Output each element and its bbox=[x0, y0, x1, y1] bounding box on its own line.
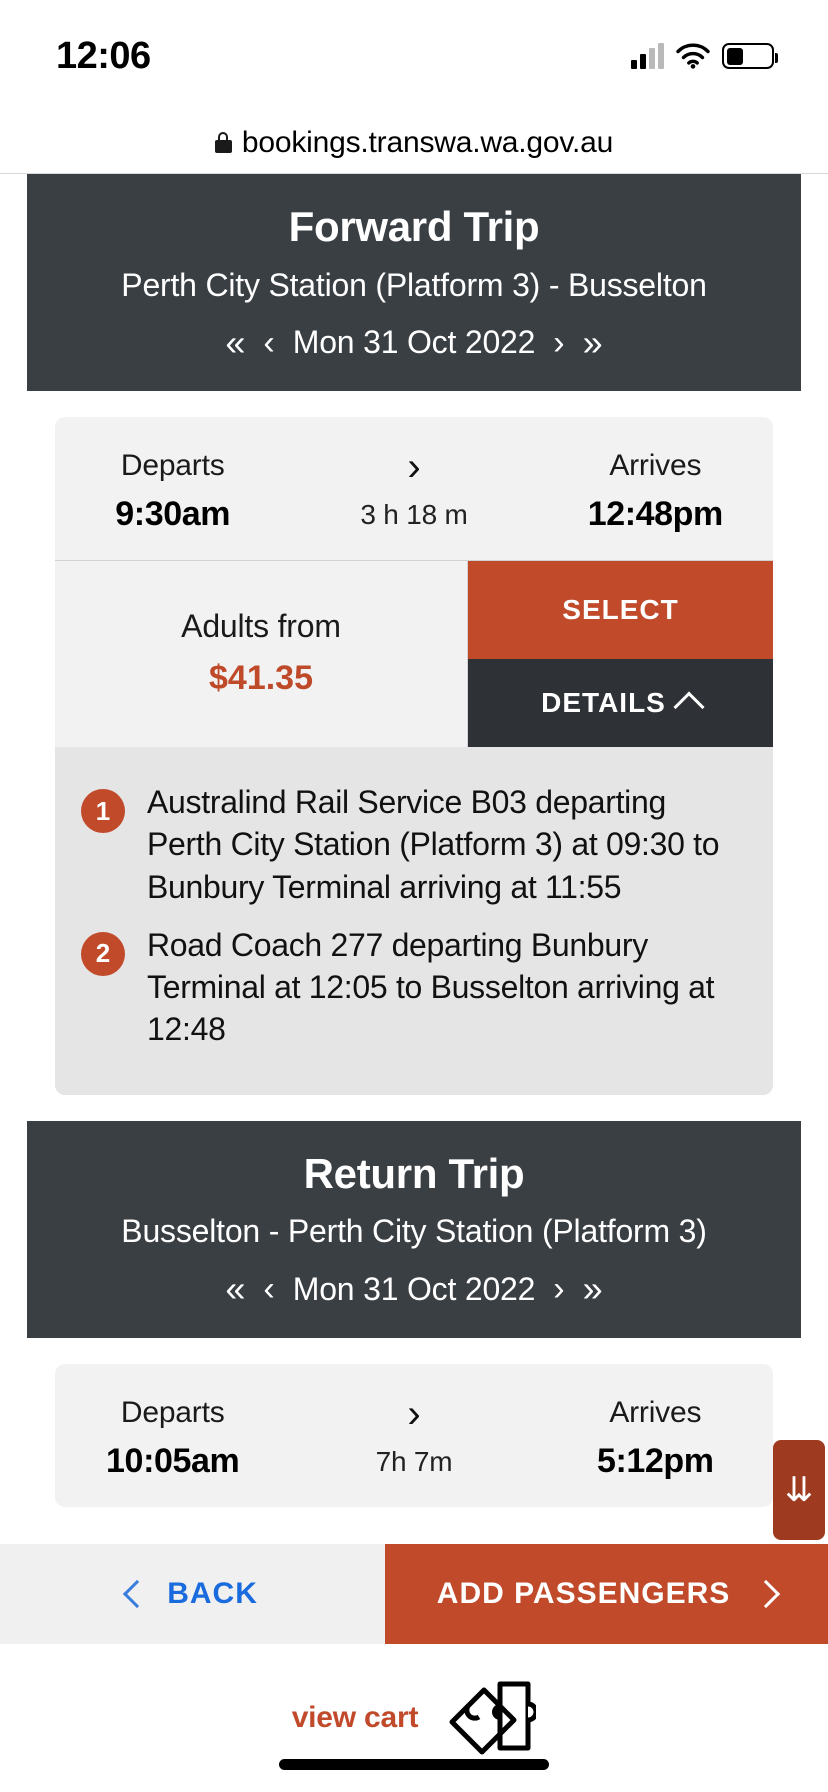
page-content: Forward Trip Perth City Station (Platfor… bbox=[0, 174, 828, 1507]
url-text: bookings.transwa.wa.gov.au bbox=[241, 125, 614, 159]
forward-action-row: Adults from $41.35 SELECT DETAILS bbox=[55, 560, 773, 748]
arrives-label: Arrives bbox=[609, 449, 702, 483]
forward-departs-col: Departs 9:30am bbox=[55, 449, 290, 534]
first-date-icon[interactable]: « bbox=[225, 324, 245, 361]
arrives-time: 12:48pm bbox=[587, 495, 724, 534]
next-date-icon[interactable]: › bbox=[553, 326, 564, 360]
prev-date-icon[interactable]: ‹ bbox=[263, 326, 274, 360]
forward-legs-list: 1 Australind Rail Service B03 departing … bbox=[55, 747, 773, 1095]
forward-journey-card-wrap: Departs 9:30am › 3 h 18 m Arrives 12:48p… bbox=[27, 391, 801, 1095]
cellular-signal-icon bbox=[631, 43, 664, 69]
forward-arrives-col: Arrives 12:48pm bbox=[538, 449, 773, 534]
arrow-right-icon: › bbox=[407, 445, 421, 490]
bottom-action-bar: BACK ADD PASSENGERS bbox=[0, 1544, 828, 1644]
arrives-time: 5:12pm bbox=[596, 1441, 714, 1480]
add-passengers-label: ADD PASSENGERS bbox=[436, 1577, 731, 1610]
chevron-up-icon bbox=[673, 691, 705, 723]
departs-label: Departs bbox=[120, 449, 225, 483]
forward-trip-date-nav: « ‹ Mon 31 Oct 2022 › » bbox=[47, 324, 781, 361]
departs-label: Departs bbox=[120, 1395, 225, 1429]
duration-text: 7h 7m bbox=[375, 1445, 453, 1477]
status-time: 12:06 bbox=[56, 34, 151, 77]
double-down-arrow-icon: ⇊ bbox=[784, 1471, 814, 1509]
list-item: 2 Road Coach 277 departing Bunbury Termi… bbox=[55, 918, 773, 1061]
return-trip-title: Return Trip bbox=[303, 1149, 525, 1197]
add-passengers-button[interactable]: ADD PASSENGERS bbox=[385, 1544, 828, 1644]
status-bar: 12:06 bbox=[0, 0, 828, 112]
list-item: 1 Australind Rail Service B03 departing … bbox=[55, 775, 773, 918]
forward-buttons: SELECT DETAILS bbox=[468, 561, 773, 748]
home-indicator bbox=[279, 1759, 549, 1770]
forward-trip-header: Forward Trip Perth City Station (Platfor… bbox=[27, 174, 801, 392]
status-indicators bbox=[631, 43, 778, 69]
details-button-label: DETAILS bbox=[541, 687, 666, 719]
back-button-label: BACK bbox=[167, 1577, 258, 1610]
back-button[interactable]: BACK bbox=[0, 1544, 386, 1644]
details-button[interactable]: DETAILS bbox=[468, 659, 773, 748]
forward-times-row: Departs 9:30am › 3 h 18 m Arrives 12:48p… bbox=[55, 417, 773, 560]
last-date-icon[interactable]: » bbox=[583, 1271, 603, 1307]
forward-journey-card: Departs 9:30am › 3 h 18 m Arrives 12:48p… bbox=[55, 417, 773, 1095]
leg-description: Road Coach 277 departing Bunbury Termina… bbox=[147, 926, 715, 1048]
first-date-icon[interactable]: « bbox=[225, 1271, 245, 1307]
forward-trip-route: Perth City Station (Platform 3) - Bussel… bbox=[121, 266, 707, 303]
duration-text: 3 h 18 m bbox=[360, 499, 468, 531]
leg-description: Australind Rail Service B03 departing Pe… bbox=[147, 784, 720, 905]
tickets-icon[interactable] bbox=[444, 1670, 539, 1767]
fare-label: Adults from bbox=[181, 608, 341, 645]
fare-price: $41.35 bbox=[209, 659, 313, 698]
departs-time: 9:30am bbox=[115, 495, 231, 534]
return-journey-card: Departs 10:05am › 7h 7m Arrives 5:12pm bbox=[55, 1363, 773, 1507]
last-date-icon[interactable]: » bbox=[583, 324, 603, 361]
next-date-icon[interactable]: › bbox=[553, 1272, 564, 1306]
forward-trip-date[interactable]: Mon 31 Oct 2022 bbox=[293, 324, 536, 361]
return-arrives-col: Arrives 5:12pm bbox=[538, 1396, 773, 1481]
browser-url-bar[interactable]: bookings.transwa.wa.gov.au bbox=[0, 112, 828, 174]
scroll-down-hint-button[interactable]: ⇊ bbox=[773, 1440, 825, 1540]
return-trip-route: Busselton - Perth City Station (Platform… bbox=[121, 1213, 707, 1250]
lock-icon bbox=[214, 132, 232, 153]
cart-strip: view cart bbox=[0, 1644, 828, 1792]
wifi-icon bbox=[676, 43, 710, 69]
view-cart-link[interactable]: view cart bbox=[292, 1701, 419, 1735]
forward-fare-block: Adults from $41.35 bbox=[55, 561, 468, 748]
leg-number-badge: 2 bbox=[81, 931, 125, 976]
return-trip-date[interactable]: Mon 31 Oct 2022 bbox=[293, 1271, 536, 1308]
arrow-right-icon: › bbox=[407, 1391, 421, 1436]
return-trip-header: Return Trip Busselton - Perth City Stati… bbox=[27, 1120, 801, 1338]
departs-time: 10:05am bbox=[106, 1441, 240, 1480]
battery-icon bbox=[722, 43, 778, 69]
chevron-right-icon bbox=[752, 1579, 781, 1609]
select-button[interactable]: SELECT bbox=[468, 561, 773, 660]
return-departs-col: Departs 10:05am bbox=[55, 1396, 290, 1481]
return-journey-card-wrap: Departs 10:05am › 7h 7m Arrives 5:12pm bbox=[27, 1337, 801, 1507]
return-trip-date-nav: « ‹ Mon 31 Oct 2022 › » bbox=[47, 1271, 781, 1308]
prev-date-icon[interactable]: ‹ bbox=[263, 1272, 274, 1306]
chevron-left-icon bbox=[123, 1579, 152, 1609]
leg-number-badge: 1 bbox=[81, 789, 125, 834]
return-times-row: Departs 10:05am › 7h 7m Arrives 5:12pm bbox=[55, 1364, 773, 1507]
forward-duration-col: › 3 h 18 m bbox=[290, 445, 537, 531]
return-duration-col: › 7h 7m bbox=[290, 1391, 537, 1478]
forward-trip-title: Forward Trip bbox=[288, 203, 540, 250]
arrives-label: Arrives bbox=[609, 1395, 702, 1429]
